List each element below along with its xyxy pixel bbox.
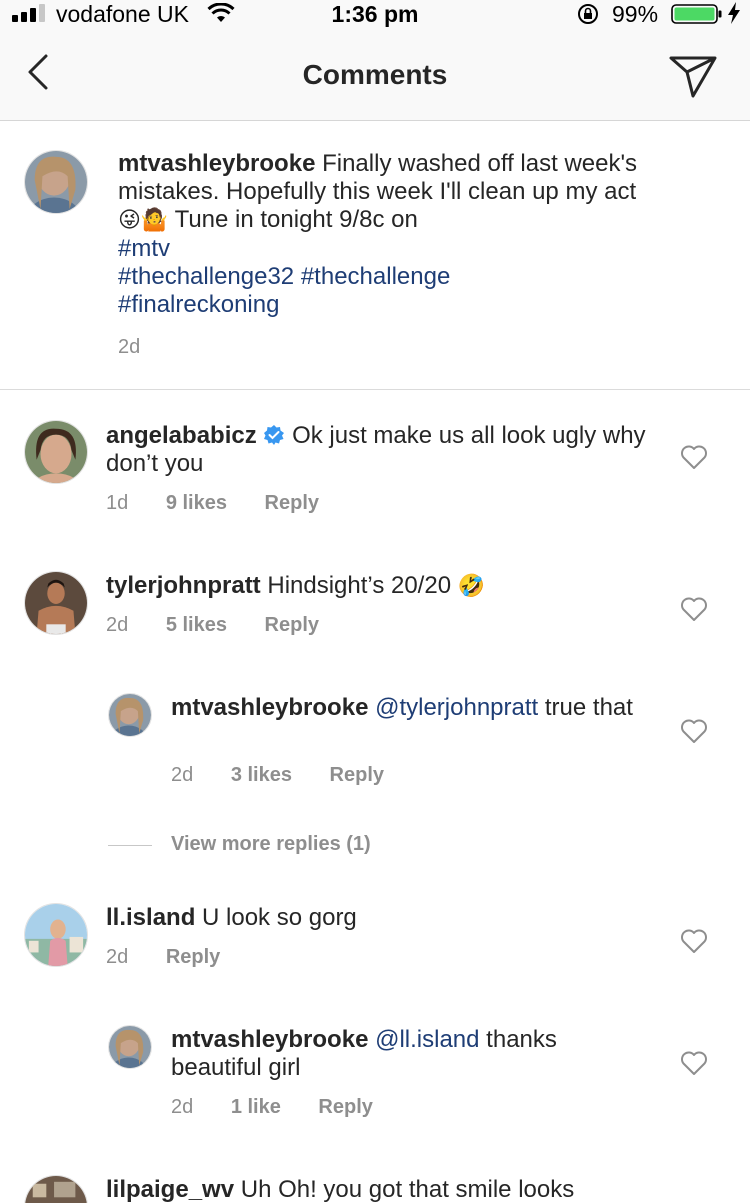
comment-timestamp: 2d (106, 946, 129, 968)
caption-text: mtvashleybrooke Finally washed off last … (118, 150, 648, 319)
hashtag-link[interactable]: #finalreckoning (118, 291, 279, 318)
comment-emoji: 🤣 (457, 574, 486, 599)
comment-body: U look so gorg (202, 904, 357, 931)
avatar[interactable] (24, 150, 88, 214)
comment-username[interactable]: tylerjohnpratt (106, 572, 261, 599)
reply-button[interactable]: Reply (265, 614, 319, 636)
status-bar: vodafone UK 1:36 pm 99% (0, 0, 750, 28)
mention-link[interactable]: @ll.island (375, 1026, 479, 1053)
comment-timestamp: 2d (106, 614, 129, 636)
like-heart-icon[interactable] (680, 928, 708, 954)
reply-timestamp: 2d (171, 764, 194, 786)
nav-bar: Comments (0, 28, 750, 121)
likes-count[interactable]: 5 likes (166, 614, 227, 636)
rotation-lock-icon (578, 4, 598, 24)
like-heart-icon[interactable] (680, 596, 708, 622)
caption-emojis: 😜🤷 (118, 208, 169, 233)
hashtag-link[interactable]: #thechallenge32 #thechallenge (118, 263, 450, 290)
comment-meta: 2d Reply (106, 946, 252, 969)
profile-photo-icon (109, 1026, 151, 1068)
reply-timestamp: 2d (171, 1096, 194, 1118)
likes-count[interactable]: 3 likes (231, 764, 292, 786)
caption-username[interactable]: mtvashleybrooke (118, 150, 315, 177)
profile-photo-icon (25, 421, 87, 483)
charging-icon (728, 2, 740, 24)
comment-meta: 1d 9 likes Reply (106, 492, 351, 515)
reply-username[interactable]: mtvashleybrooke (171, 1026, 368, 1053)
profile-photo-icon (25, 904, 87, 966)
reply-meta: 2d 3 likes Reply (171, 764, 416, 787)
view-more-replies-button[interactable]: View more replies (1) (171, 833, 371, 856)
comment-text: angelababicz Ok just make us all look ug… (106, 422, 646, 478)
view-more-divider (108, 845, 152, 846)
reply-button[interactable]: Reply (330, 764, 384, 786)
avatar[interactable] (108, 1025, 152, 1069)
avatar[interactable] (24, 571, 88, 635)
comment-username[interactable]: lilpaige_wv (106, 1176, 234, 1203)
battery-percent: 99% (612, 1, 659, 27)
like-heart-icon[interactable] (680, 718, 708, 744)
comment-text: ll.island U look so gorg (106, 904, 646, 932)
comment-text: lilpaige_wv Uh Oh! you got that smile lo… (106, 1176, 646, 1203)
reply-meta: 2d 1 like Reply (171, 1096, 405, 1119)
post-caption: mtvashleybrooke Finally washed off last … (0, 122, 750, 390)
comment-username[interactable]: ll.island (106, 904, 195, 931)
comment-body: Uh Oh! you got that smile looks (240, 1176, 575, 1203)
profile-photo-icon (25, 1176, 87, 1203)
battery-icon (671, 4, 722, 24)
reply-button[interactable]: Reply (265, 492, 319, 514)
caption-timestamp: 2d (118, 336, 141, 358)
like-heart-icon[interactable] (680, 444, 708, 470)
reply-username[interactable]: mtvashleybrooke (171, 694, 368, 721)
page-title: Comments (302, 59, 448, 90)
avatar[interactable] (24, 903, 88, 967)
like-heart-icon[interactable] (680, 1050, 708, 1076)
profile-photo-icon (109, 694, 151, 736)
direct-send-icon[interactable] (667, 52, 719, 100)
avatar[interactable] (108, 693, 152, 737)
reply-text: mtvashleybrooke @tylerjohnpratt true tha… (171, 694, 641, 722)
reply-body: true that (544, 694, 633, 721)
hashtag-link[interactable]: #mtv (118, 235, 170, 262)
comment-meta: 2d 5 likes Reply (106, 614, 351, 637)
comment-body: Hindsight’s 20/20 (267, 572, 452, 599)
profile-photo-icon (25, 151, 87, 213)
profile-photo-icon (25, 572, 87, 634)
verified-badge-icon (264, 425, 285, 445)
comment-username[interactable]: angelababicz (106, 422, 257, 449)
comment-timestamp: 1d (106, 492, 129, 514)
comment-text: tylerjohnpratt Hindsight’s 20/20 🤣 (106, 572, 646, 601)
caption-body-2: Tune in tonight 9/8c on (174, 206, 418, 233)
avatar[interactable] (24, 1175, 88, 1203)
likes-count[interactable]: 1 like (231, 1096, 281, 1118)
mention-link[interactable]: @tylerjohnpratt (375, 694, 538, 721)
likes-count[interactable]: 9 likes (166, 492, 227, 514)
avatar[interactable] (24, 420, 88, 484)
reply-text: mtvashleybrooke @ll.island thanks beauti… (171, 1026, 641, 1082)
reply-button[interactable]: Reply (166, 946, 220, 968)
reply-button[interactable]: Reply (318, 1096, 372, 1118)
